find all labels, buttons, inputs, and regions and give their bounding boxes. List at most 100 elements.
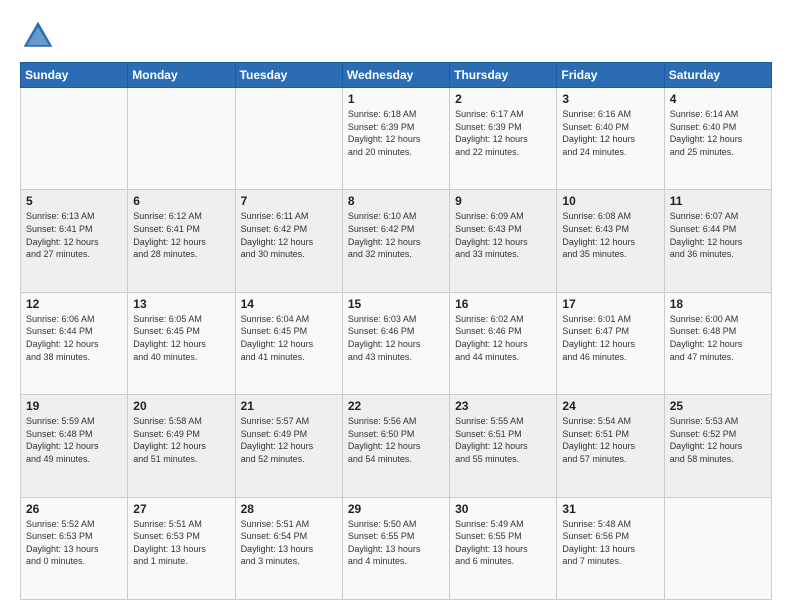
- page: SundayMondayTuesdayWednesdayThursdayFrid…: [0, 0, 792, 612]
- day-number: 18: [670, 297, 766, 311]
- calendar-cell: 20 Sunrise: 5:58 AM Sunset: 6:49 PM Dayli…: [128, 395, 235, 497]
- calendar-cell: 19Sunrise: 5:59 AM Sunset: 6:48 PM Dayli…: [21, 395, 128, 497]
- calendar-cell: 9 Sunrise: 6:09 AM Sunset: 6:43 PM Daylig…: [450, 190, 557, 292]
- day-number: 14: [241, 297, 337, 311]
- day-info: Sunrise: 6:11 AM Sunset: 6:42 PM Dayligh…: [241, 210, 337, 260]
- calendar-cell: 5 Sunrise: 6:13 AM Sunset: 6:41 PM Daylig…: [21, 190, 128, 292]
- logo: [20, 18, 60, 54]
- weekday-header-sunday: Sunday: [21, 63, 128, 88]
- calendar-week-row: 1 Sunrise: 6:18 AM Sunset: 6:39 PM Daylig…: [21, 88, 772, 190]
- calendar-cell: 16 Sunrise: 6:02 AM Sunset: 6:46 PM Dayli…: [450, 292, 557, 394]
- calendar-cell: 27 Sunrise: 5:51 AM Sunset: 6:53 PM Dayli…: [128, 497, 235, 599]
- calendar-table: SundayMondayTuesdayWednesdayThursdayFrid…: [20, 62, 772, 600]
- calendar-week-row: 12 Sunrise: 6:06 AM Sunset: 6:44 PM Dayli…: [21, 292, 772, 394]
- day-number: 12: [26, 297, 122, 311]
- day-number: 11: [670, 194, 766, 208]
- weekday-header-tuesday: Tuesday: [235, 63, 342, 88]
- day-number: 9: [455, 194, 551, 208]
- day-info: Sunrise: 5:48 AM Sunset: 6:56 PM Dayligh…: [562, 518, 658, 568]
- day-number: 25: [670, 399, 766, 413]
- day-number: 1: [348, 92, 444, 106]
- calendar-cell: 22 Sunrise: 5:56 AM Sunset: 6:50 PM Dayli…: [342, 395, 449, 497]
- day-info: Sunrise: 6:06 AM Sunset: 6:44 PM Dayligh…: [26, 313, 122, 363]
- day-number: 20: [133, 399, 229, 413]
- day-number: 8: [348, 194, 444, 208]
- day-number: 7: [241, 194, 337, 208]
- day-info: Sunrise: 6:00 AM Sunset: 6:48 PM Dayligh…: [670, 313, 766, 363]
- day-info: Sunrise: 6:02 AM Sunset: 6:46 PM Dayligh…: [455, 313, 551, 363]
- day-info: Sunrise: 6:13 AM Sunset: 6:41 PM Dayligh…: [26, 210, 122, 260]
- day-info: Sunrise: 5:52 AM Sunset: 6:53 PM Dayligh…: [26, 518, 122, 568]
- day-info: Sunrise: 6:12 AM Sunset: 6:41 PM Dayligh…: [133, 210, 229, 260]
- calendar-cell: 26 Sunrise: 5:52 AM Sunset: 6:53 PM Dayli…: [21, 497, 128, 599]
- day-number: 30: [455, 502, 551, 516]
- weekday-header-friday: Friday: [557, 63, 664, 88]
- calendar-cell: 28Sunrise: 5:51 AM Sunset: 6:54 PM Dayli…: [235, 497, 342, 599]
- calendar-cell: 29 Sunrise: 5:50 AM Sunset: 6:55 PM Dayli…: [342, 497, 449, 599]
- day-info: Sunrise: 6:14 AM Sunset: 6:40 PM Dayligh…: [670, 108, 766, 158]
- day-number: 31: [562, 502, 658, 516]
- calendar-cell: 30Sunrise: 5:49 AM Sunset: 6:55 PM Dayli…: [450, 497, 557, 599]
- day-number: 22: [348, 399, 444, 413]
- calendar-week-row: 19Sunrise: 5:59 AM Sunset: 6:48 PM Dayli…: [21, 395, 772, 497]
- day-info: Sunrise: 6:09 AM Sunset: 6:43 PM Dayligh…: [455, 210, 551, 260]
- day-number: 2: [455, 92, 551, 106]
- calendar-cell: 7 Sunrise: 6:11 AM Sunset: 6:42 PM Daylig…: [235, 190, 342, 292]
- calendar-cell: [664, 497, 771, 599]
- calendar-cell: 24 Sunrise: 5:54 AM Sunset: 6:51 PM Dayli…: [557, 395, 664, 497]
- day-info: Sunrise: 6:08 AM Sunset: 6:43 PM Dayligh…: [562, 210, 658, 260]
- calendar-cell: 15 Sunrise: 6:03 AM Sunset: 6:46 PM Dayli…: [342, 292, 449, 394]
- day-number: 26: [26, 502, 122, 516]
- calendar-cell: 21 Sunrise: 5:57 AM Sunset: 6:49 PM Dayli…: [235, 395, 342, 497]
- day-info: Sunrise: 6:03 AM Sunset: 6:46 PM Dayligh…: [348, 313, 444, 363]
- calendar-cell: 2 Sunrise: 6:17 AM Sunset: 6:39 PM Daylig…: [450, 88, 557, 190]
- header: [20, 18, 772, 54]
- calendar-cell: [128, 88, 235, 190]
- calendar-cell: 25 Sunrise: 5:53 AM Sunset: 6:52 PM Dayli…: [664, 395, 771, 497]
- day-number: 21: [241, 399, 337, 413]
- day-number: 27: [133, 502, 229, 516]
- day-number: 17: [562, 297, 658, 311]
- calendar-cell: 14 Sunrise: 6:04 AM Sunset: 6:45 PM Dayli…: [235, 292, 342, 394]
- day-number: 24: [562, 399, 658, 413]
- day-number: 13: [133, 297, 229, 311]
- calendar-cell: 8Sunrise: 6:10 AM Sunset: 6:42 PM Daylig…: [342, 190, 449, 292]
- day-info: Sunrise: 5:50 AM Sunset: 6:55 PM Dayligh…: [348, 518, 444, 568]
- day-number: 10: [562, 194, 658, 208]
- day-info: Sunrise: 6:18 AM Sunset: 6:39 PM Dayligh…: [348, 108, 444, 158]
- weekday-header-wednesday: Wednesday: [342, 63, 449, 88]
- day-number: 29: [348, 502, 444, 516]
- day-info: Sunrise: 5:57 AM Sunset: 6:49 PM Dayligh…: [241, 415, 337, 465]
- day-info: Sunrise: 6:01 AM Sunset: 6:47 PM Dayligh…: [562, 313, 658, 363]
- calendar-cell: 13Sunrise: 6:05 AM Sunset: 6:45 PM Dayli…: [128, 292, 235, 394]
- weekday-header-row: SundayMondayTuesdayWednesdayThursdayFrid…: [21, 63, 772, 88]
- day-number: 5: [26, 194, 122, 208]
- day-number: 16: [455, 297, 551, 311]
- calendar-cell: 3 Sunrise: 6:16 AM Sunset: 6:40 PM Daylig…: [557, 88, 664, 190]
- day-info: Sunrise: 5:53 AM Sunset: 6:52 PM Dayligh…: [670, 415, 766, 465]
- day-info: Sunrise: 5:59 AM Sunset: 6:48 PM Dayligh…: [26, 415, 122, 465]
- day-info: Sunrise: 6:16 AM Sunset: 6:40 PM Dayligh…: [562, 108, 658, 158]
- weekday-header-thursday: Thursday: [450, 63, 557, 88]
- day-number: 15: [348, 297, 444, 311]
- day-number: 23: [455, 399, 551, 413]
- day-number: 4: [670, 92, 766, 106]
- calendar-week-row: 5 Sunrise: 6:13 AM Sunset: 6:41 PM Daylig…: [21, 190, 772, 292]
- day-info: Sunrise: 5:51 AM Sunset: 6:54 PM Dayligh…: [241, 518, 337, 568]
- day-info: Sunrise: 5:55 AM Sunset: 6:51 PM Dayligh…: [455, 415, 551, 465]
- day-number: 3: [562, 92, 658, 106]
- day-info: Sunrise: 5:58 AM Sunset: 6:49 PM Dayligh…: [133, 415, 229, 465]
- calendar-cell: 1 Sunrise: 6:18 AM Sunset: 6:39 PM Daylig…: [342, 88, 449, 190]
- weekday-header-saturday: Saturday: [664, 63, 771, 88]
- day-info: Sunrise: 6:07 AM Sunset: 6:44 PM Dayligh…: [670, 210, 766, 260]
- day-info: Sunrise: 6:04 AM Sunset: 6:45 PM Dayligh…: [241, 313, 337, 363]
- day-info: Sunrise: 6:17 AM Sunset: 6:39 PM Dayligh…: [455, 108, 551, 158]
- calendar-cell: 31 Sunrise: 5:48 AM Sunset: 6:56 PM Dayli…: [557, 497, 664, 599]
- calendar-cell: [235, 88, 342, 190]
- calendar-week-row: 26 Sunrise: 5:52 AM Sunset: 6:53 PM Dayli…: [21, 497, 772, 599]
- calendar-cell: 17 Sunrise: 6:01 AM Sunset: 6:47 PM Dayli…: [557, 292, 664, 394]
- calendar-cell: [21, 88, 128, 190]
- day-info: Sunrise: 5:56 AM Sunset: 6:50 PM Dayligh…: [348, 415, 444, 465]
- day-info: Sunrise: 5:54 AM Sunset: 6:51 PM Dayligh…: [562, 415, 658, 465]
- day-info: Sunrise: 5:51 AM Sunset: 6:53 PM Dayligh…: [133, 518, 229, 568]
